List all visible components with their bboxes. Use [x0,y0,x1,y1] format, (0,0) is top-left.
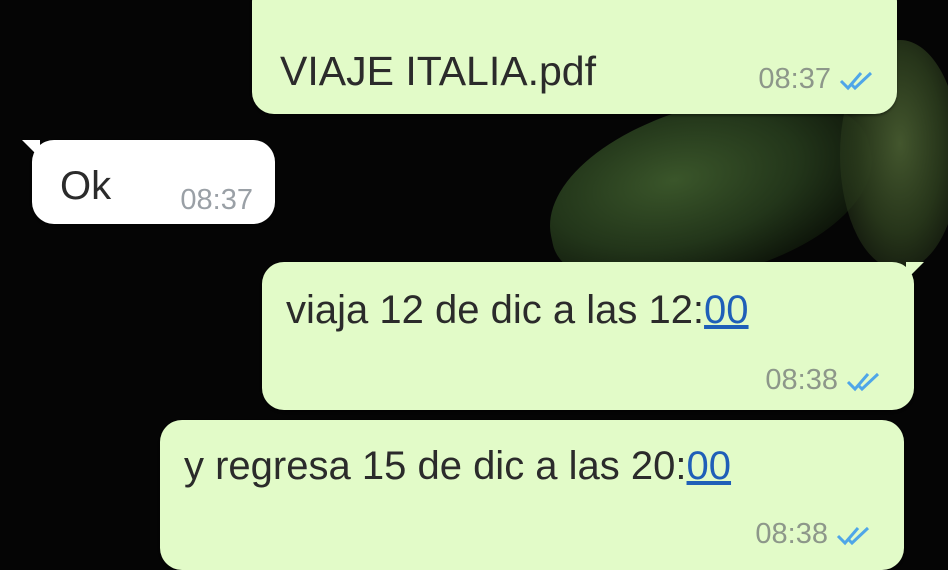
message-bubble-outgoing[interactable]: y regresa 15 de dic a las 20:00 08:38 [160,420,904,570]
bubble-tail [22,140,40,158]
message-text-body: y regresa 15 de dic a las 20: [184,444,687,488]
message-text: Ok [60,164,112,208]
phone-number-link[interactable]: 00 [704,288,749,332]
double-check-icon [846,372,880,391]
message-meta: 08:38 [755,518,874,551]
message-time: 08:38 [765,364,838,396]
message-bubble-incoming[interactable]: Ok 08:37 [22,140,275,224]
message-meta: 08:37 [758,63,877,96]
message-bubble-document[interactable]: VIAJE ITALIA.pdf 08:37 [252,0,897,114]
message-text: y regresa 15 de dic a las 20:00 [184,444,731,489]
document-filename[interactable]: VIAJE ITALIA.pdf [280,48,596,95]
message-meta: 08:37 [180,184,253,217]
message-bubble-outgoing[interactable]: viaja 12 de dic a las 12:00 08:38 [262,262,924,410]
message-time: 08:37 [180,184,253,216]
double-check-icon [839,71,873,90]
message-text: viaja 12 de dic a las 12:00 [286,288,749,333]
message-time: 08:38 [755,518,828,550]
bubble-tail [906,262,924,280]
message-time: 08:37 [758,63,831,95]
phone-number-link[interactable]: 00 [687,444,732,488]
double-check-icon [836,526,870,545]
message-meta: 08:38 [765,364,884,397]
message-text-body: viaja 12 de dic a las 12: [286,288,705,332]
